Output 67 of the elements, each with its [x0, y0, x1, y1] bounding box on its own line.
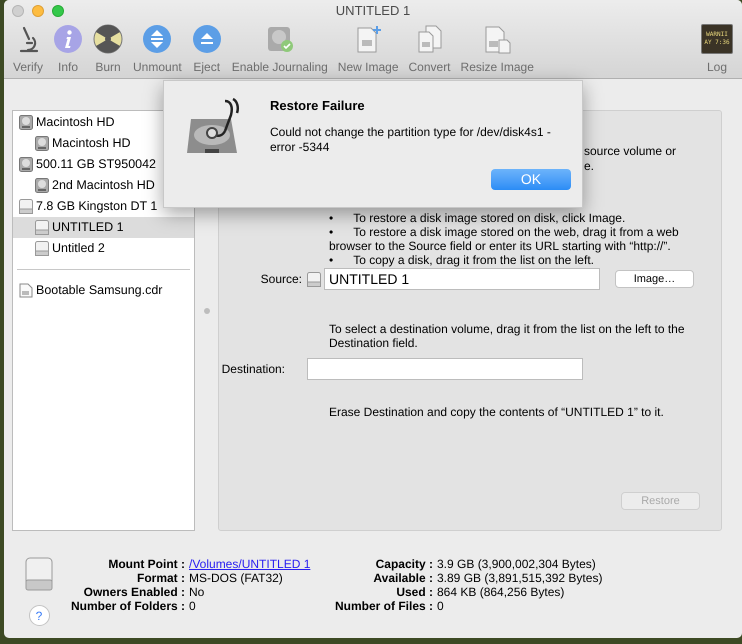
info-label: Mount Point :	[107, 557, 185, 571]
info-icon	[53, 24, 84, 54]
info-label: Owners Enabled :	[82, 585, 185, 599]
info-value: No	[189, 585, 206, 599]
drive-icon	[307, 272, 321, 286]
sidebar-item[interactable]: Untitled 2	[13, 238, 194, 259]
help-button[interactable]: ?	[28, 605, 50, 626]
mount-point-link[interactable]: /Volumes/UNTITLED 1	[189, 557, 309, 571]
toolbar-button[interactable]: Burn	[88, 24, 128, 76]
sidebar-item[interactable]: Macintosh HD	[13, 133, 194, 154]
source-label: Source:	[260, 271, 303, 288]
toolbar-button[interactable]: Enable Journaling	[226, 24, 333, 76]
info-label: Available :	[372, 571, 433, 585]
toolbar-button[interactable]: Eject	[186, 24, 227, 76]
info-label: Format :	[136, 571, 185, 585]
hard-drive-icon	[19, 115, 33, 130]
toolbar-button[interactable]: Unmount	[128, 24, 187, 76]
info-label: Used :	[395, 585, 433, 599]
info-label: Number of Files :	[334, 599, 433, 613]
window-title: UNTITLED 1	[336, 2, 410, 20]
toolbar-button[interactable]: Resize Image	[456, 24, 539, 76]
toolbar-button[interactable]: Info	[48, 24, 88, 76]
info-value: 3.89 GB (3,891,515,392 Bytes)	[437, 571, 604, 585]
instruction-text: e.	[584, 159, 596, 174]
hard-drive-icon	[19, 157, 33, 172]
radiation-icon	[93, 24, 124, 54]
bullet-item: • To restore a disk image stored on the web, drag it from a web browser to the Source field or enter its URL starting with “http://”.	[329, 225, 680, 253]
info-value: 3.9 GB (3,900,002,304 Bytes)	[437, 557, 597, 571]
bullet-item: • To restore a disk image stored on disk, click Image.	[329, 211, 626, 225]
destination-label: Destination:	[220, 361, 286, 378]
disk-image-icon	[19, 283, 33, 298]
toolbar-button[interactable]: New Image	[332, 24, 404, 76]
destination-field[interactable]	[307, 358, 583, 380]
image-button[interactable]: Image…	[615, 270, 694, 288]
bullet-item: • To copy a disk, drag it from the list on the left.	[329, 253, 595, 267]
instruction-text: source volume or	[584, 144, 676, 159]
drive-icon	[35, 241, 49, 256]
info-label: Number of Folders :	[70, 599, 185, 613]
close-button[interactable]	[12, 5, 24, 17]
sidebar-item[interactable]: 500.11 GB ST950042	[13, 154, 194, 175]
dialog-title: Restore Failure	[270, 97, 366, 115]
source-field[interactable]: UNTITLED 1	[324, 268, 600, 290]
sidebar-item[interactable]: Bootable Samsung.cdr	[13, 280, 194, 301]
destination-hint: To select a destination volume, drag it from the list on the left to the Destination field.	[329, 322, 686, 350]
hard-drive-icon	[35, 178, 49, 193]
sidebar-item[interactable]: 2nd Macintosh HD	[13, 175, 194, 196]
eject-icon	[192, 24, 222, 54]
up-down-arrows-icon	[142, 24, 172, 54]
sidebar-item[interactable]: 7.8 GB Kingston DT 1	[13, 196, 194, 217]
erase-note: Erase Destination and copy the contents of “UNTITLED 1” to it.	[329, 404, 664, 421]
sidebar-item[interactable]: UNTITLED 1	[13, 217, 194, 238]
info-value: 0	[437, 599, 445, 613]
info-value: 864 KB (864,256 Bytes)	[437, 585, 566, 599]
drive-icon	[19, 199, 33, 214]
info-value: MS-DOS (FAT32)	[189, 571, 284, 585]
info-label: Capacity :	[374, 557, 433, 571]
minimize-button[interactable]	[32, 5, 44, 17]
hard-drive-icon	[35, 136, 49, 151]
info-value: 0	[189, 599, 197, 613]
zoom-button[interactable]	[52, 5, 64, 17]
splitter-handle[interactable]	[204, 308, 210, 314]
drive-icon	[25, 557, 53, 591]
drive-icon	[35, 220, 49, 235]
toolbar-button[interactable]: Convert	[404, 24, 456, 76]
sidebar-item[interactable]: Macintosh HD	[13, 112, 194, 133]
toolbar-button[interactable]: Verify	[8, 24, 48, 76]
dialog-message: Could not change the partition type for /dev/disk4s1 - error -5344	[270, 124, 552, 154]
